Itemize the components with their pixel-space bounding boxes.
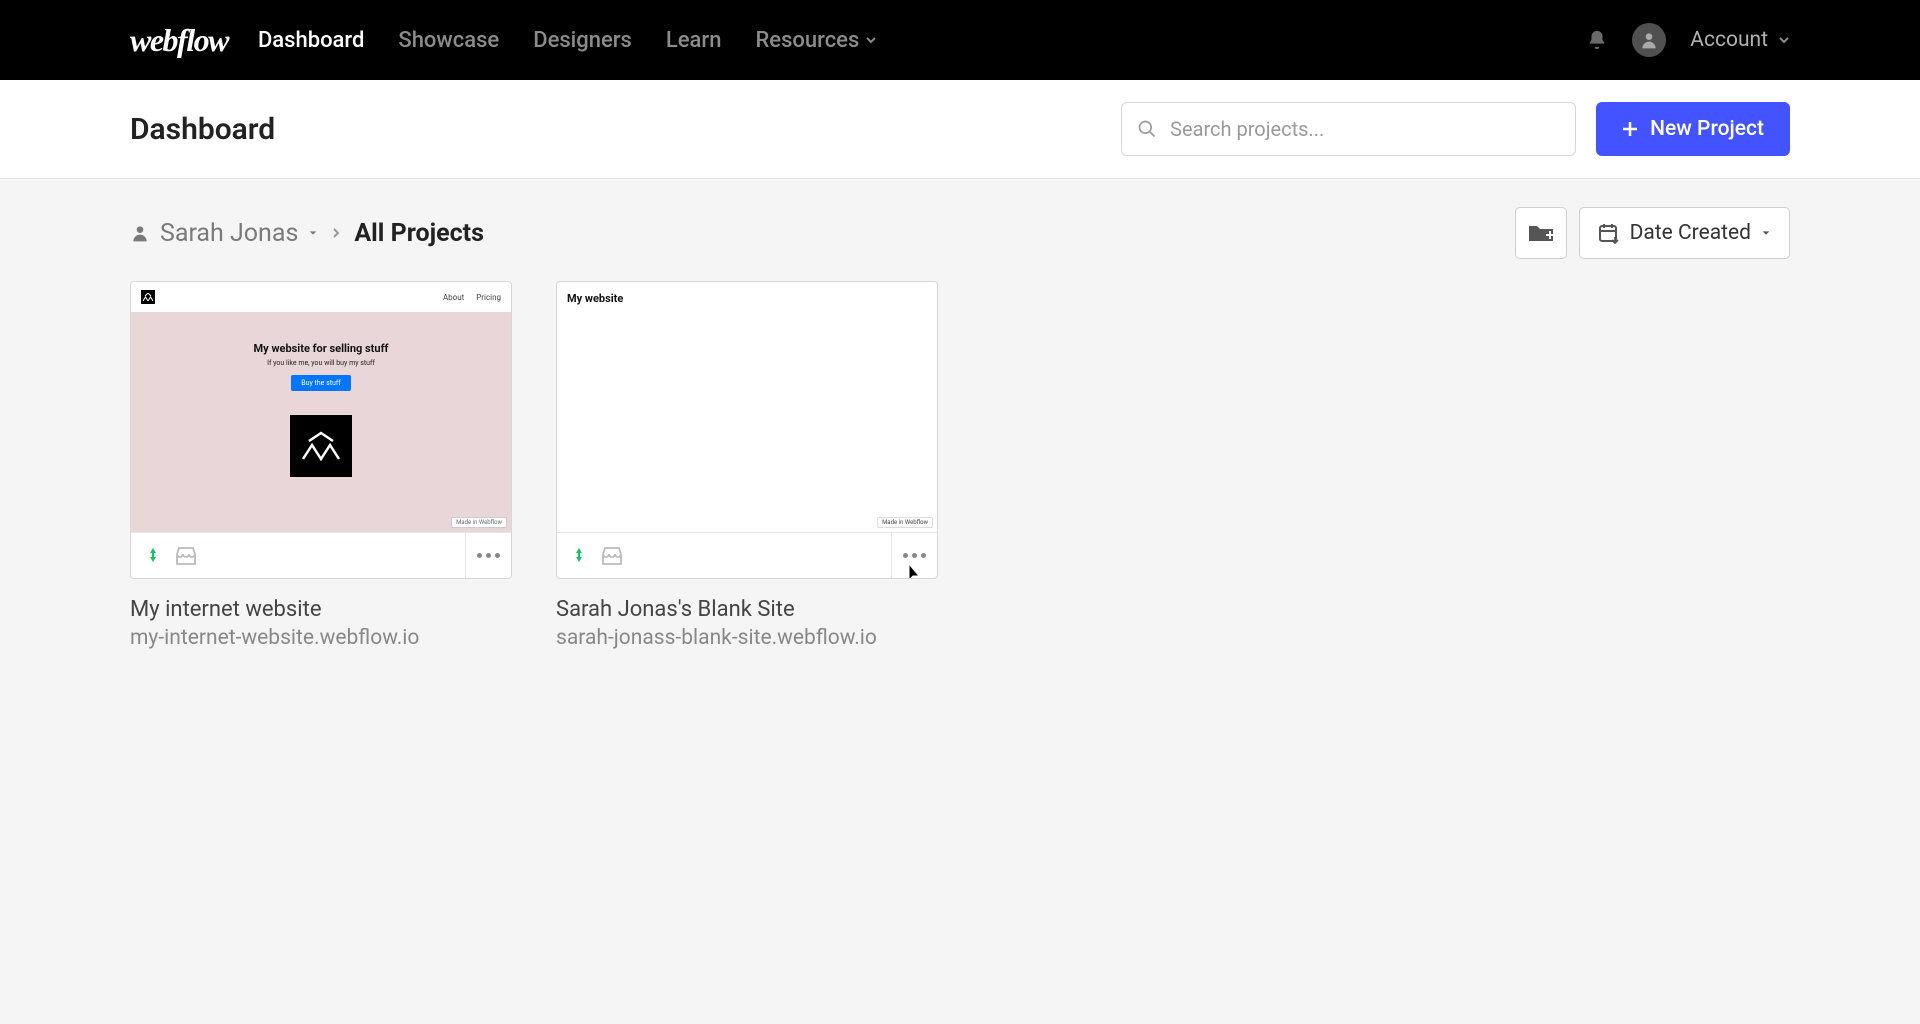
- project-title[interactable]: My internet website: [130, 597, 512, 622]
- preview-logo-icon: [290, 415, 352, 477]
- search-input[interactable]: [1121, 102, 1576, 156]
- toolbar: Sarah Jonas All Projects Date Created: [0, 179, 1920, 281]
- made-in-webflow-badge: Made in Webflow: [877, 517, 933, 528]
- store-icon: [601, 546, 623, 566]
- nav-item-dashboard[interactable]: Dashboard: [258, 28, 364, 53]
- bell-icon[interactable]: [1586, 29, 1608, 51]
- caret-down-icon: [1761, 228, 1771, 238]
- user-icon: [130, 223, 150, 243]
- nav-item-label: Resources: [755, 28, 859, 53]
- chevron-down-icon: [1778, 34, 1790, 46]
- site-logo-icon: [141, 290, 155, 304]
- project-card: About Pricing My website for selling stu…: [130, 281, 512, 650]
- new-project-label: New Project: [1650, 117, 1764, 141]
- nav-item-resources[interactable]: Resources: [755, 28, 877, 53]
- plus-icon: [1622, 121, 1638, 137]
- user-icon: [1639, 30, 1659, 50]
- folder-plus-icon: [1528, 222, 1554, 244]
- sort-button[interactable]: Date Created: [1579, 207, 1790, 259]
- caret-down-icon: [308, 228, 318, 238]
- status-icon: [569, 546, 589, 566]
- project-thumbnail[interactable]: My website Made in Webflow: [556, 281, 938, 579]
- chevron-right-icon: [330, 227, 342, 239]
- project-card: My website Made in Webflow Sarah Jonas's…: [556, 281, 938, 650]
- nav-items: Dashboard Showcase Designers Learn Resou…: [258, 28, 1586, 53]
- search-icon: [1137, 119, 1157, 139]
- project-url: sarah-jonass-blank-site.webflow.io: [556, 626, 938, 650]
- status-icon: [143, 546, 163, 566]
- sort-label: Date Created: [1630, 221, 1751, 245]
- dots-icon: [903, 553, 926, 558]
- preview-subheading: If you like me, you will buy my stuff: [131, 359, 511, 367]
- preview-cta: Buy the stuff: [291, 375, 351, 391]
- dots-icon: [477, 553, 500, 558]
- more-options-button[interactable]: [465, 533, 511, 579]
- page-title: Dashboard: [130, 112, 1121, 147]
- account-label: Account: [1690, 28, 1768, 52]
- preview-nav-item: About: [443, 293, 464, 302]
- logo[interactable]: webflow: [130, 22, 228, 59]
- project-grid: About Pricing My website for selling stu…: [0, 281, 1920, 650]
- made-in-webflow-badge: Made in Webflow: [451, 517, 507, 528]
- preview-heading: My website for selling stuff: [131, 342, 511, 355]
- preview-heading: My website: [557, 282, 937, 315]
- thumbnail-footer: [131, 532, 511, 578]
- thumbnail-footer: [557, 532, 937, 578]
- project-title[interactable]: Sarah Jonas's Blank Site: [556, 597, 938, 622]
- project-thumbnail[interactable]: About Pricing My website for selling stu…: [130, 281, 512, 579]
- subheader: Dashboard New Project: [0, 80, 1920, 179]
- calendar-icon: [1598, 222, 1620, 244]
- search-wrap: [1121, 102, 1576, 156]
- chevron-down-icon: [865, 34, 877, 46]
- breadcrumb-user[interactable]: Sarah Jonas: [130, 219, 318, 248]
- nav-item-learn[interactable]: Learn: [666, 28, 722, 53]
- top-nav: webflow Dashboard Showcase Designers Lea…: [0, 0, 1920, 80]
- account-menu[interactable]: Account: [1690, 28, 1790, 52]
- preview-nav-item: Pricing: [476, 293, 501, 302]
- store-icon: [175, 546, 197, 566]
- new-project-button[interactable]: New Project: [1596, 102, 1790, 156]
- project-url: my-internet-website.webflow.io: [130, 626, 512, 650]
- nav-item-designers[interactable]: Designers: [533, 28, 632, 53]
- nav-item-showcase[interactable]: Showcase: [398, 28, 499, 53]
- nav-right: Account: [1586, 23, 1790, 57]
- breadcrumb-current: All Projects: [354, 219, 484, 248]
- add-folder-button[interactable]: [1515, 207, 1567, 259]
- more-options-button[interactable]: [891, 533, 937, 579]
- avatar[interactable]: [1632, 23, 1666, 57]
- breadcrumb-user-label: Sarah Jonas: [160, 219, 298, 248]
